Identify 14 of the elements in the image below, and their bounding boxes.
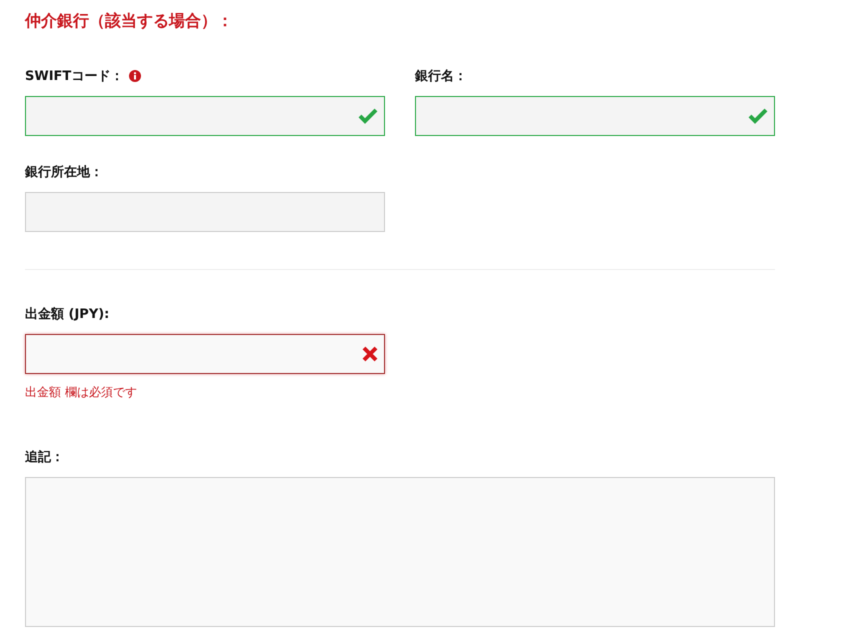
field-label: 出金額 (JPY):: [25, 306, 110, 323]
field-label: 追記：: [25, 449, 64, 466]
error-message: 出金額 欄は必須です: [25, 384, 138, 401]
field-label: SWIFTコード：: [25, 68, 124, 85]
info-icon[interactable]: [129, 70, 142, 82]
section-title: 仲介銀行（該当する場合）：: [25, 10, 234, 32]
check-icon: [358, 108, 378, 124]
input-field[interactable]: [415, 96, 775, 136]
input-field[interactable]: [25, 334, 385, 374]
input-field[interactable]: [25, 96, 385, 136]
field-label: 銀行所在地：: [25, 164, 103, 181]
field-label: 銀行名：: [415, 68, 467, 85]
cross-icon: [362, 346, 378, 362]
check-icon: [748, 108, 768, 124]
